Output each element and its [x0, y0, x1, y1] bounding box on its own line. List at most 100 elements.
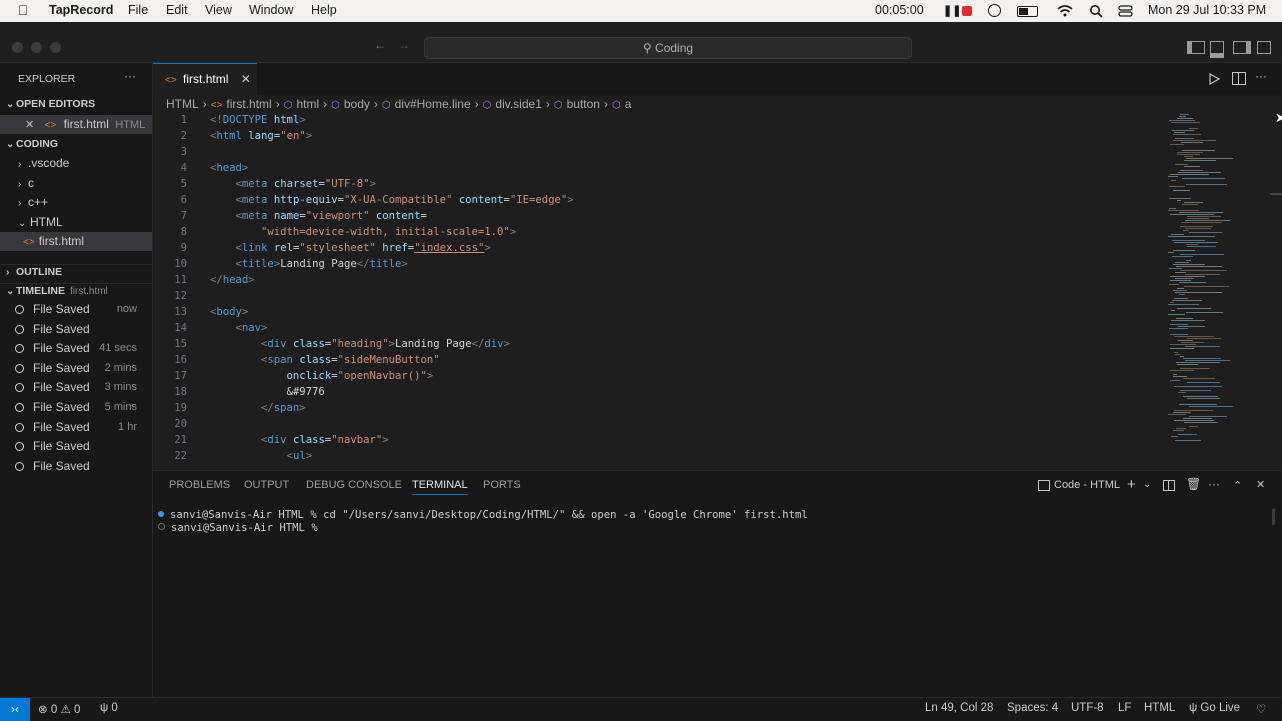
- menubar-clock[interactable]: Mon 29 Jul 10:33 PM: [1148, 3, 1266, 17]
- breadcrumb-item[interactable]: HTML: [166, 97, 199, 111]
- timeline-time: 1 hr: [118, 420, 137, 433]
- menu-view[interactable]: View: [205, 3, 232, 17]
- minimap-line: [1180, 226, 1213, 227]
- scrollbar-thumb[interactable]: [1270, 193, 1282, 195]
- close-tab-icon[interactable]: ✕: [241, 72, 251, 86]
- indentation[interactable]: Spaces: 4: [1007, 702, 1058, 714]
- wifi-icon[interactable]: [1057, 4, 1073, 17]
- timeline-item[interactable]: File Saved 41 secs: [0, 339, 152, 358]
- code-editor[interactable]: 1 2 3 4 5 6 7 8 9 10 11 12 13 14 15 16 17 18 19 20 21 22 <!DO…: [153, 114, 1163, 466]
- timeline-item[interactable]: File Saved 2 mins: [0, 359, 152, 378]
- minimap-line: [1180, 270, 1227, 271]
- minimap[interactable]: [1165, 112, 1251, 458]
- split-editor-icon[interactable]: [1232, 72, 1246, 85]
- line-number: 1: [180, 114, 187, 126]
- open-editor-lang: HTML: [115, 119, 146, 131]
- code-line: <meta http-equiv="X-UA-Compatible" conte…: [235, 194, 574, 206]
- timeline-item[interactable]: File Saved: [0, 320, 152, 339]
- tab-terminal[interactable]: TERMINAL: [412, 479, 468, 495]
- chevron-down-icon[interactable]: ⌄: [1143, 479, 1151, 490]
- close-window-button[interactable]: [12, 42, 23, 53]
- breadcrumb-item[interactable]: div#Home.line: [395, 97, 471, 111]
- tree-item-c[interactable]: › c: [0, 174, 152, 193]
- menu-edit[interactable]: Edit: [166, 3, 188, 17]
- menu-help[interactable]: Help: [311, 3, 337, 17]
- breadcrumb-item[interactable]: first.html: [226, 97, 271, 111]
- minimap-line: [1173, 412, 1191, 413]
- breadcrumb-item[interactable]: button: [567, 97, 600, 111]
- stop-record-icon[interactable]: [962, 6, 972, 16]
- timeline-item[interactable]: File Saved 3 mins: [0, 378, 152, 397]
- terminal-scrollbar[interactable]: [1272, 509, 1275, 525]
- breadcrumb-item[interactable]: a: [625, 97, 632, 111]
- pause-icon[interactable]: ❚❚: [943, 4, 961, 17]
- timeline-item[interactable]: File Saved 5 mins: [0, 398, 152, 417]
- menu-file[interactable]: File: [128, 3, 148, 17]
- customize-layout-icon[interactable]: [1257, 41, 1271, 54]
- tree-item-html-folder[interactable]: ⌄ HTML: [0, 213, 152, 232]
- tab-problems[interactable]: PROBLEMS: [169, 479, 230, 491]
- back-arrow-icon[interactable]: ←: [374, 38, 386, 52]
- trash-icon[interactable]: 🗑: [1186, 477, 1201, 491]
- end-of-line[interactable]: LF: [1118, 702, 1131, 714]
- language-mode[interactable]: HTML: [1144, 702, 1175, 714]
- timeline-header[interactable]: ⌄ TIMELINE first.html: [0, 283, 152, 297]
- remote-indicator-icon[interactable]: ›‹: [0, 698, 30, 721]
- timeline-item[interactable]: File Saved now: [0, 300, 152, 319]
- minimap-line: [1168, 304, 1199, 305]
- zoom-window-button[interactable]: [50, 42, 61, 53]
- terminal-line-2[interactable]: sanvi@Sanvis-Air HTML %: [158, 522, 324, 534]
- terminal-name[interactable]: Code - HTML: [1054, 479, 1120, 491]
- new-terminal-icon[interactable]: +: [1127, 476, 1136, 493]
- workspace-header[interactable]: ⌄ CODING: [0, 138, 152, 150]
- open-editors-header[interactable]: ⌄ OPEN EDITORS: [0, 98, 152, 110]
- apple-icon[interactable]: : [18, 2, 29, 18]
- encoding[interactable]: UTF-8: [1071, 702, 1104, 714]
- timeline-item[interactable]: File Saved 1 hr: [0, 418, 152, 437]
- timeline-label: File Saved: [33, 439, 90, 454]
- menu-window[interactable]: Window: [249, 3, 293, 17]
- toggle-panel-icon[interactable]: [1210, 41, 1224, 58]
- minimap-line: [1168, 210, 1199, 211]
- notifications-bell-icon[interactable]: ♡: [1256, 702, 1266, 716]
- forward-arrow-icon[interactable]: →: [398, 38, 410, 52]
- play-circle-icon[interactable]: [988, 4, 1001, 17]
- close-editor-icon[interactable]: ✕: [25, 119, 34, 131]
- tab-output[interactable]: OUTPUT: [244, 479, 289, 491]
- menu-app-name[interactable]: TapRecord: [49, 3, 113, 17]
- problems-status[interactable]: ⊗ 0 ⚠ 0: [38, 702, 80, 716]
- run-icon[interactable]: [1208, 73, 1220, 85]
- breadcrumb-item[interactable]: body: [344, 97, 370, 111]
- tree-item-first-html[interactable]: <> first.html: [0, 232, 152, 251]
- battery-icon[interactable]: [1017, 6, 1038, 17]
- timeline-item[interactable]: File Saved: [0, 437, 152, 456]
- toggle-sidebar-icon[interactable]: [1187, 41, 1205, 54]
- ports-status[interactable]: ψ 0: [100, 702, 118, 714]
- tab-ports[interactable]: PORTS: [483, 479, 521, 491]
- breadcrumb-item[interactable]: div.side1: [495, 97, 541, 111]
- minimize-window-button[interactable]: [31, 42, 42, 53]
- toggle-secondary-sidebar-icon[interactable]: [1233, 41, 1251, 54]
- timeline-item[interactable]: File Saved: [0, 457, 152, 476]
- breadcrumb-item[interactable]: html: [296, 97, 319, 111]
- control-center-icon[interactable]: [1118, 4, 1133, 18]
- minimap-line: [1177, 118, 1193, 119]
- maximize-panel-icon[interactable]: ⌃: [1233, 479, 1242, 492]
- editor-more-icon[interactable]: ···: [1255, 69, 1267, 83]
- outline-header[interactable]: › OUTLINE: [0, 264, 152, 278]
- explorer-more-icon[interactable]: ···: [124, 69, 136, 83]
- close-panel-icon[interactable]: ✕: [1256, 478, 1265, 491]
- go-live-button[interactable]: ψ Go Live: [1189, 702, 1240, 714]
- split-terminal-icon[interactable]: [1163, 480, 1175, 491]
- tree-item-cpp[interactable]: › c++: [0, 193, 152, 212]
- open-editor-item[interactable]: ✕ <> first.html HTML: [0, 115, 152, 134]
- cursor-position[interactable]: Ln 49, Col 28: [925, 702, 993, 714]
- tab-debug-console[interactable]: DEBUG CONSOLE: [306, 479, 402, 491]
- panel-more-icon[interactable]: ···: [1208, 477, 1220, 491]
- mac-menubar:  TapRecord File Edit View Window Help 0…: [0, 0, 1282, 22]
- command-center-search[interactable]: ⚲ Coding: [424, 37, 912, 59]
- spotlight-search-icon[interactable]: [1089, 4, 1103, 18]
- tab-first-html[interactable]: <> first.html ✕: [153, 63, 257, 96]
- tree-item-vscode[interactable]: › .vscode: [0, 154, 152, 173]
- terminal-line-1[interactable]: sanvi@Sanvis-Air HTML % cd "/Users/sanvi…: [158, 509, 808, 521]
